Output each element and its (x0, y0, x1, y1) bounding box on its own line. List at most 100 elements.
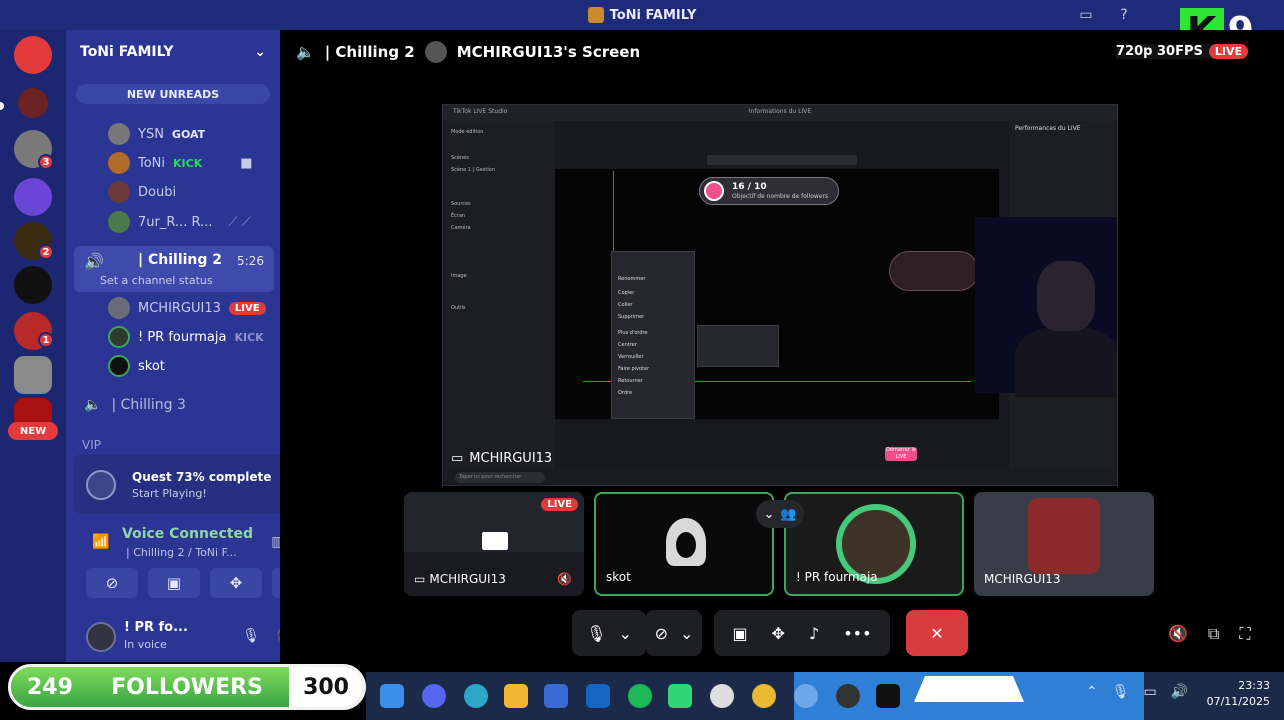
network-icon[interactable]: ▭ (1144, 684, 1157, 700)
channel-chilling-3[interactable]: 🔈 | Chilling 3 (84, 394, 186, 416)
channel-timer: 5:26 (237, 254, 264, 268)
quest-subtitle: Start Playing! (132, 487, 207, 500)
obs-icon[interactable] (836, 684, 860, 708)
participant-tile[interactable]: ! PR fourmaja (784, 492, 964, 596)
chevron-up-icon[interactable]: ⌃ (1086, 684, 1098, 700)
discord-icon[interactable] (422, 684, 446, 708)
chrome-icon[interactable] (752, 684, 776, 708)
mic-icon: 🎙 (586, 623, 607, 643)
sharer-name: MCHIRGUI13 (469, 451, 553, 466)
more-icon[interactable]: ••• (843, 624, 871, 643)
voice-member[interactable]: 7ur_R... R... ⟋ ⟋ (108, 210, 251, 234)
person-body (1015, 327, 1117, 397)
webcam-overlay (975, 217, 1117, 397)
server-icon[interactable] (14, 178, 52, 216)
clock[interactable]: 23:33 07/11/2025 (1207, 678, 1270, 710)
new-unreads-banner[interactable]: NEW UNREADS (76, 84, 270, 104)
voice-member[interactable]: MCHIRGUI13 LIVE (108, 296, 266, 320)
menu-item: Copier (618, 290, 635, 296)
fullscreen-icon[interactable]: ⛶ (1239, 624, 1250, 644)
voice-member[interactable]: YSN GOAT (108, 122, 205, 146)
muted-speaker-icon[interactable]: 🔇 (557, 572, 572, 586)
server-icon[interactable] (14, 356, 52, 394)
camera-button[interactable]: ⊘ ⌄ (646, 610, 702, 656)
panel-item: Scènes (451, 155, 469, 161)
window-titlebar: ToNi FAMILY ▭ ? K 9 (0, 0, 1284, 54)
overlay-shape (914, 676, 1024, 702)
mic-button[interactable]: 🎙 ⌄ (572, 610, 646, 656)
screen-share-view[interactable]: TikTok LIVE Studio Informations du LIVE … (442, 104, 1118, 486)
actions-group: ▣ ✥ ♪ ••• (714, 610, 890, 656)
mic-icon[interactable]: 🎙 (1112, 684, 1130, 700)
disconnect-button[interactable]: ✕ (906, 610, 968, 656)
server-header[interactable]: ToNi FAMILY ⌄ (66, 30, 280, 74)
camera-off-button[interactable]: ⊘ (86, 568, 138, 598)
app-icon[interactable] (710, 684, 734, 708)
shared-search: Taper ici pour rechercher (455, 472, 545, 483)
store-icon[interactable] (544, 684, 568, 708)
new-servers-pill[interactable]: NEW (8, 422, 58, 440)
edge-icon[interactable] (464, 684, 488, 708)
share-screen-button[interactable]: ▣ (148, 568, 200, 598)
outlook-icon[interactable] (586, 684, 610, 708)
share-screen-icon[interactable]: ▣ (732, 624, 747, 643)
windows-start-icon[interactable] (380, 684, 404, 708)
quest-title: Quest 73% complete (132, 470, 272, 484)
monitor-icon: ▭ (414, 572, 426, 586)
discord-home-icon[interactable] (14, 36, 52, 74)
participant-tile[interactable]: skot (594, 492, 774, 596)
app-icon[interactable] (668, 684, 692, 708)
channel-status[interactable]: Set a channel status (100, 274, 213, 287)
user-name[interactable]: ! PR fo... (124, 620, 188, 635)
voice-member[interactable]: skot (108, 354, 165, 378)
volume-mute-icon[interactable]: 🔇 (1168, 624, 1188, 644)
context-menu: Renommer Copier Coller Supprimer Plus d'… (611, 251, 695, 419)
speaker-icon: 🔊 (84, 252, 104, 271)
voice-status[interactable]: Voice Connected (122, 526, 253, 542)
app-icon[interactable] (794, 684, 818, 708)
person-head (1037, 261, 1095, 331)
member-name: MCHIRGUI13 (138, 300, 221, 316)
participant-tile[interactable]: LIVE ▭ MCHIRGUI13 🔇 (404, 492, 584, 596)
activities-icon[interactable]: ✥ (772, 624, 785, 643)
voice-member[interactable]: ! PR fourmaja KICK (108, 325, 264, 349)
clock-time: 23:33 (1238, 679, 1270, 692)
activities-button[interactable]: ✥ (210, 568, 262, 598)
show-members-button[interactable]: ⌄ 👥 (756, 500, 804, 528)
canvas-toolbar (707, 155, 857, 165)
tiktok-icon[interactable] (876, 684, 900, 708)
panel-item: Image (451, 273, 467, 279)
voice-channel[interactable]: | Chilling 2 / ToNi F... (126, 546, 237, 559)
server-icon[interactable] (18, 88, 48, 118)
chevron-down-icon: ⌄ (763, 506, 775, 522)
signal-icon[interactable]: 📶 (92, 534, 109, 550)
participant-tile[interactable]: MCHIRGUI13 (974, 492, 1154, 596)
volume-icon[interactable]: 🔊 (1171, 684, 1188, 700)
avatar (108, 326, 130, 348)
voice-member[interactable]: Doubi (108, 180, 176, 204)
soundboard-icon[interactable]: ♪ (809, 624, 819, 643)
avatar[interactable] (86, 622, 116, 652)
system-tray: ⌃ 🎙 ▭ 🔊 (1086, 684, 1188, 700)
popout-icon[interactable]: ⧉ (1208, 624, 1219, 644)
avatar (108, 152, 130, 174)
heart-icon (704, 181, 724, 201)
voice-member[interactable]: ToNi KICK ■ (108, 151, 253, 175)
spotify-icon[interactable] (628, 684, 652, 708)
folder-icon[interactable] (504, 684, 528, 708)
chevron-down-icon[interactable]: ⌄ (680, 624, 693, 643)
server-rail: 3 2 1 NEW (0, 30, 66, 662)
voice-stage: 🔈 | Chilling 2 MCHIRGUI13's Screen 720p … (280, 30, 1284, 662)
mention-badge: 2 (38, 244, 54, 260)
server-logo-icon (587, 7, 604, 23)
channel-chilling-2[interactable]: 🔊 | Chilling 2 5:26 Set a channel status (74, 246, 274, 292)
mic-icon[interactable]: 🎙 (242, 628, 260, 644)
inbox-icon[interactable]: ▭ (1076, 5, 1096, 25)
live-badge: LIVE (541, 498, 578, 511)
speaker-icon: 🔈 (84, 397, 102, 413)
chevron-down-icon[interactable]: ⌄ (618, 624, 631, 643)
help-icon[interactable]: ? (1114, 5, 1134, 25)
category-vip[interactable]: VIP (82, 438, 101, 452)
member-name: YSN (138, 126, 164, 142)
server-icon[interactable] (14, 266, 52, 304)
